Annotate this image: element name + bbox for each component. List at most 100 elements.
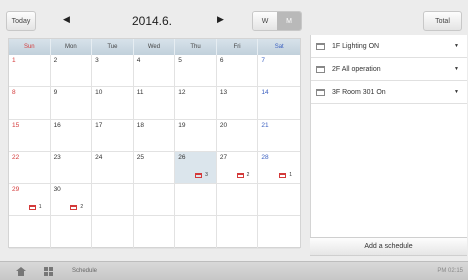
calendar-day-cell[interactable]: 20 <box>216 119 259 152</box>
calendar-day-cell[interactable]: 29 1 <box>9 184 51 217</box>
schedule-item[interactable]: 2F All operation ▼ <box>311 58 467 81</box>
calendar-day-cell[interactable]: 25 <box>133 151 176 185</box>
calendar-day-cell[interactable]: 3 <box>92 55 134 88</box>
prev-month-icon[interactable]: ◀ <box>63 14 70 25</box>
view-toggle: W M <box>252 11 302 31</box>
next-month-icon[interactable]: ▶ <box>217 14 224 25</box>
badge-count: 2 <box>80 204 84 211</box>
day-number: 2 <box>53 57 58 64</box>
calendar-day-cell[interactable]: 28 1 <box>258 152 300 185</box>
weekday-label: Fri <box>217 39 259 55</box>
calendar-icon <box>316 88 325 96</box>
calendar-day-cell[interactable]: 26 3 <box>175 151 217 185</box>
day-number: 22 <box>12 153 20 161</box>
calendar-day-cell[interactable]: 19 <box>175 119 217 152</box>
day-number: 23 <box>53 153 61 161</box>
calendar-day-cell[interactable]: 22 <box>9 151 51 185</box>
calendar-icon <box>316 65 325 73</box>
day-number: 20 <box>219 121 228 129</box>
weekday-label: Wed <box>134 39 176 55</box>
month-title: 2014.6. <box>131 14 173 28</box>
calendar-day-cell[interactable]: 23 <box>50 151 93 185</box>
day-number: 28 <box>261 153 269 161</box>
calendar-day-cell[interactable]: 11 <box>133 87 176 120</box>
day-number: 1 <box>12 57 16 64</box>
schedule-count-badge: 1 <box>279 172 292 178</box>
calendar-day-cell <box>216 216 259 249</box>
calendar-icon <box>316 42 325 50</box>
weekday-label: Sat <box>274 44 284 50</box>
calendar-day-cell[interactable]: 30 2 <box>50 184 93 217</box>
badge-count: 2 <box>246 172 250 179</box>
calendar-day-cell[interactable]: 9 <box>50 87 93 120</box>
calendar-icon <box>236 172 244 178</box>
day-number: 17 <box>95 121 103 129</box>
calendar-day-cell[interactable]: 5 <box>175 55 217 88</box>
schedule-screen: Today ◀ 2014.6. ▶ W M Total Sun Mon Tue … <box>0 0 468 280</box>
weekday-header: Sun Mon Tue Wed Thu Fri Sat <box>9 39 300 55</box>
day-number: 9 <box>53 89 58 97</box>
calendar-day-cell <box>175 216 217 249</box>
calendar-day-cell[interactable]: 2 <box>50 55 93 88</box>
total-button[interactable]: Total <box>423 11 462 31</box>
month-view-button[interactable]: M <box>277 12 301 30</box>
month-calendar: Sun Mon Tue Wed Thu Fri Sat 1 2 3 4 5 6 7 8 9 10 1… <box>8 38 301 249</box>
schedule-label: 3F Room 301 On <box>332 88 386 96</box>
calendar-day-cell[interactable]: 14 <box>258 87 300 120</box>
badge-count: 1 <box>38 204 42 211</box>
day-number: 16 <box>53 121 61 129</box>
schedule-count-badge: 2 <box>70 204 83 210</box>
calendar-day-cell[interactable]: 15 <box>9 119 51 152</box>
clock: PM 02:15 <box>437 268 463 274</box>
calendar-day-cell[interactable]: 18 <box>133 119 176 152</box>
day-number: 12 <box>178 89 186 97</box>
calendar-day-cell <box>216 184 259 217</box>
calendar-day-cell[interactable]: 13 <box>216 87 259 120</box>
day-number: 6 <box>219 57 224 64</box>
day-number: 13 <box>219 89 228 97</box>
chevron-down-icon[interactable]: ▼ <box>454 43 459 49</box>
day-number: 7 <box>261 57 266 64</box>
calendar-day-cell[interactable]: 24 <box>92 151 134 185</box>
calendar-icon <box>279 172 287 178</box>
calendar-day-cell[interactable]: 21 <box>258 120 300 152</box>
today-button[interactable]: Today <box>6 11 36 31</box>
calendar-day-cell[interactable]: 12 <box>175 87 217 120</box>
calendar-day-cell[interactable]: 10 <box>92 87 134 120</box>
day-number: 19 <box>178 121 186 129</box>
chevron-down-icon[interactable]: ▼ <box>454 66 459 72</box>
calendar-day-cell[interactable]: 16 <box>50 119 93 152</box>
add-schedule-button[interactable]: Add a schedule <box>310 237 467 256</box>
day-number: 26 <box>178 153 186 161</box>
schedule-item[interactable]: 3F Room 301 On ▼ <box>311 81 467 104</box>
weekday-label: Sun <box>9 39 51 55</box>
day-number: 11 <box>136 89 144 97</box>
day-number: 4 <box>136 57 141 64</box>
schedule-count-badge: 2 <box>236 172 250 179</box>
schedule-list: 1F Lighting ON ▼ 2F All operation ▼ 3F R… <box>310 35 467 237</box>
calendar-day-cell[interactable]: 1 <box>9 55 51 88</box>
calendar-day-cell[interactable]: 6 <box>216 55 259 88</box>
day-number: 8 <box>12 89 16 97</box>
schedule-item[interactable]: 1F Lighting ON ▼ <box>311 35 467 58</box>
weekday-label: Mon <box>51 39 93 55</box>
day-number: 30 <box>53 186 61 194</box>
calendar-icon <box>195 172 203 178</box>
badge-count: 1 <box>289 172 292 179</box>
chevron-down-icon[interactable]: ▼ <box>454 89 459 95</box>
calendar-day-cell[interactable]: 27 2 <box>216 151 259 185</box>
bottom-bar: Schedule PM 02:15 <box>0 261 468 280</box>
calendar-day-cell[interactable]: 8 <box>9 87 51 120</box>
calendar-day-cell[interactable]: 17 <box>92 119 134 152</box>
calendar-icon <box>70 204 78 210</box>
calendar-day-cell <box>92 216 134 249</box>
calendar-day-cell[interactable]: 7 <box>258 55 300 88</box>
day-number: 18 <box>136 121 144 129</box>
day-number: 29 <box>12 186 20 194</box>
week-view-button[interactable]: W <box>253 12 277 30</box>
day-number: 15 <box>12 121 20 129</box>
calendar-day-cell[interactable]: 4 <box>133 55 176 88</box>
calendar-day-cell <box>92 184 134 217</box>
day-number: 5 <box>178 57 182 64</box>
menu-grid-icon[interactable] <box>44 267 53 276</box>
